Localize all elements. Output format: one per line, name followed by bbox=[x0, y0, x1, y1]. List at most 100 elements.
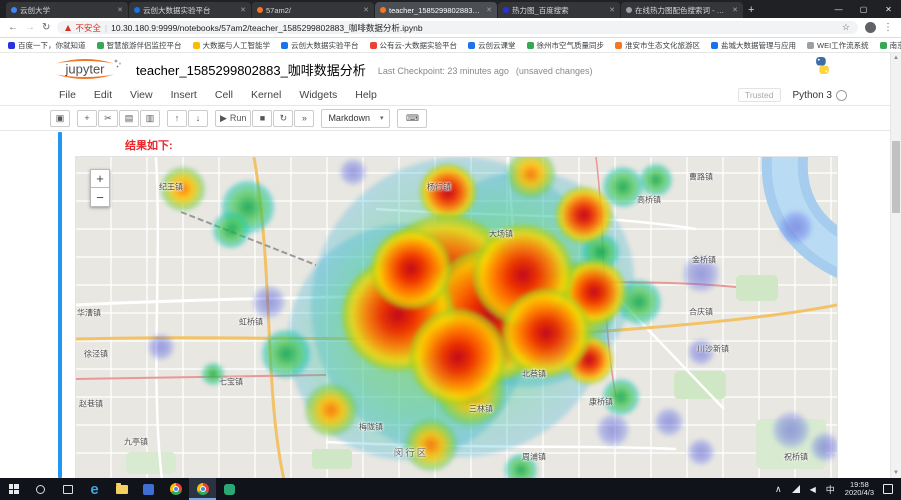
scroll-up-icon[interactable]: ▲ bbox=[891, 53, 901, 63]
heatmap-blob bbox=[371, 229, 451, 309]
bookmark-item[interactable]: 大数据与人工智能学 bbox=[193, 40, 271, 51]
move-up-button[interactable]: ↑ bbox=[167, 110, 187, 127]
run-button[interactable]: ▶Run bbox=[215, 110, 251, 127]
scroll-down-icon[interactable]: ▼ bbox=[891, 468, 901, 478]
browser-menu-icon[interactable]: ⋮ bbox=[883, 22, 893, 33]
browser-tab[interactable]: 在线热力图配色搜索词 - 结…✕ bbox=[621, 2, 743, 18]
profile-avatar[interactable] bbox=[865, 22, 876, 33]
command-palette-button[interactable]: ⌨ bbox=[397, 109, 427, 128]
bookmark-label: WEI工作流系统 bbox=[817, 40, 869, 51]
tab-close-icon[interactable]: ✕ bbox=[363, 6, 369, 14]
browser-tab[interactable]: teacher_1585299802883_咖啡数…✕ bbox=[375, 2, 497, 18]
edge-icon[interactable]: e bbox=[81, 478, 108, 500]
menu-cell[interactable]: Cell bbox=[206, 89, 242, 101]
jupyter-logo[interactable]: jupyter bbox=[46, 57, 124, 81]
refresh-button[interactable]: ↻ bbox=[42, 23, 50, 33]
menu-kernel[interactable]: Kernel bbox=[242, 89, 290, 101]
bookmark-favicon bbox=[370, 42, 377, 49]
cell-type-dropdown[interactable]: Markdown ▾ bbox=[321, 109, 390, 128]
chrome-active-icon[interactable] bbox=[189, 478, 216, 500]
zoom-out-button[interactable]: − bbox=[90, 188, 110, 207]
taskbar-clock[interactable]: 19:58 2020/4/3 bbox=[840, 481, 879, 498]
bookmark-item[interactable]: WEI工作流系统 bbox=[807, 40, 869, 51]
menu-file[interactable]: File bbox=[50, 89, 85, 101]
heatmap-map[interactable]: 纪王镇杨行镇大场镇高桥镇曹路镇金桥镇合庆镇川沙新镇北蔡镇三林镇康桥镇周浦镇闵行区… bbox=[75, 156, 838, 478]
close-button[interactable]: ✕ bbox=[876, 0, 901, 18]
bookmark-item[interactable]: 公有云-大数据实验平台 bbox=[370, 40, 458, 51]
bookmark-item[interactable]: 徐州市空气质量同步 bbox=[527, 40, 605, 51]
bookmark-label: 公有云-大数据实验平台 bbox=[380, 40, 458, 51]
address-url: 10.30.180.9:9999/notebooks/57am2/teacher… bbox=[111, 22, 838, 34]
heatmap-blob bbox=[780, 211, 812, 243]
move-down-button[interactable]: ↓ bbox=[188, 110, 208, 127]
tab-favicon bbox=[257, 7, 263, 13]
tab-close-icon[interactable]: ✕ bbox=[117, 6, 123, 14]
screen: 云创大学✕云创大数据实验平台✕57am2/✕teacher_1585299802… bbox=[0, 0, 901, 500]
bookmark-item[interactable]: 云创云课堂 bbox=[468, 40, 516, 51]
paste-cell-button[interactable]: ▥ bbox=[140, 110, 160, 127]
browser-tab[interactable]: 云创大学✕ bbox=[6, 2, 128, 18]
chrome-icon[interactable] bbox=[162, 478, 189, 500]
tray-expand-icon[interactable]: ∧ bbox=[770, 484, 787, 495]
forward-button[interactable]: → bbox=[25, 23, 35, 33]
search-button[interactable] bbox=[27, 478, 54, 500]
map-label: 三林镇 bbox=[469, 404, 493, 415]
checkpoint-text: Last Checkpoint: 23 minutes ago bbox=[378, 66, 509, 76]
restart-kernel-button[interactable]: ↻ bbox=[273, 110, 293, 127]
start-button[interactable] bbox=[0, 478, 27, 500]
copy-cell-button[interactable]: ▤ bbox=[119, 110, 139, 127]
scrollbar-thumb[interactable] bbox=[892, 141, 900, 213]
file-explorer-icon[interactable] bbox=[108, 478, 135, 500]
browser-tab[interactable]: 57am2/✕ bbox=[252, 2, 374, 18]
maximize-button[interactable]: ▢ bbox=[851, 0, 876, 18]
restart-run-all-button[interactable]: » bbox=[294, 110, 314, 127]
green-app-icon[interactable] bbox=[216, 478, 243, 500]
tab-favicon bbox=[134, 7, 140, 13]
menu-widgets[interactable]: Widgets bbox=[290, 89, 346, 101]
action-center-icon[interactable] bbox=[883, 484, 893, 494]
menu-help[interactable]: Help bbox=[346, 89, 386, 101]
browser-tab[interactable]: 云创大数据实验平台✕ bbox=[129, 2, 251, 18]
page-scrollbar[interactable]: ▲ ▼ bbox=[890, 53, 901, 478]
browser-tab[interactable]: 热力图_百度搜索✕ bbox=[498, 2, 620, 18]
tab-favicon bbox=[626, 7, 632, 13]
bookmark-item[interactable]: 南京市栖霞区湿地水质 bbox=[880, 40, 901, 51]
map-label: 北蔡镇 bbox=[522, 369, 546, 380]
bookmark-item[interactable]: 智慧旅游伴侣监控平台 bbox=[97, 40, 182, 51]
bookmark-star-icon[interactable]: ☆ bbox=[842, 22, 850, 33]
save-button[interactable]: ▣ bbox=[50, 110, 70, 127]
volume-icon[interactable]: ◀ bbox=[805, 485, 821, 494]
menu-view[interactable]: View bbox=[121, 89, 162, 101]
add-cell-button[interactable]: + bbox=[77, 110, 97, 127]
tab-close-icon[interactable]: ✕ bbox=[609, 6, 615, 14]
checkpoint-status: Last Checkpoint: 23 minutes ago (unsaved… bbox=[378, 66, 593, 76]
network-icon[interactable] bbox=[787, 485, 805, 493]
interrupt-kernel-button[interactable]: ■ bbox=[252, 110, 272, 127]
bookmark-item[interactable]: 百度一下，你就知道 bbox=[8, 40, 86, 51]
cut-cell-button[interactable]: ✂ bbox=[98, 110, 118, 127]
bookmark-label: 盐城大数据管理与应用 bbox=[721, 40, 796, 51]
heatmap-blob bbox=[148, 334, 174, 360]
tab-close-icon[interactable]: ✕ bbox=[732, 6, 738, 14]
back-button[interactable]: ← bbox=[8, 23, 18, 33]
taskbar-icons: e bbox=[0, 478, 243, 500]
tab-close-icon[interactable]: ✕ bbox=[240, 6, 246, 14]
store-app-icon[interactable] bbox=[135, 478, 162, 500]
menu-edit[interactable]: Edit bbox=[85, 89, 121, 101]
bookmark-label: 云创云课堂 bbox=[478, 40, 516, 51]
zoom-in-button[interactable]: + bbox=[90, 169, 110, 188]
kernel-idle-icon bbox=[836, 90, 847, 101]
task-view-button[interactable] bbox=[54, 478, 81, 500]
bookmark-item[interactable]: 盐城大数据管理与应用 bbox=[711, 40, 796, 51]
notebook-title[interactable]: teacher_1585299802883_咖啡数据分析 bbox=[136, 60, 366, 79]
tab-close-icon[interactable]: ✕ bbox=[486, 6, 492, 14]
tab-label: 云创大学 bbox=[20, 5, 114, 16]
address-bar[interactable]: 不安全 | 10.30.180.9:9999/notebooks/57am2/t… bbox=[57, 21, 858, 34]
menu-insert[interactable]: Insert bbox=[162, 89, 206, 101]
heatmap-blob bbox=[640, 164, 672, 196]
minimize-button[interactable]: — bbox=[826, 0, 851, 18]
bookmark-item[interactable]: 云创大数据实验平台 bbox=[281, 40, 359, 51]
ime-indicator[interactable]: 中 bbox=[821, 483, 840, 496]
new-tab-button[interactable]: + bbox=[748, 4, 754, 16]
bookmark-item[interactable]: 淮安市生态文化旅游区 bbox=[615, 40, 700, 51]
